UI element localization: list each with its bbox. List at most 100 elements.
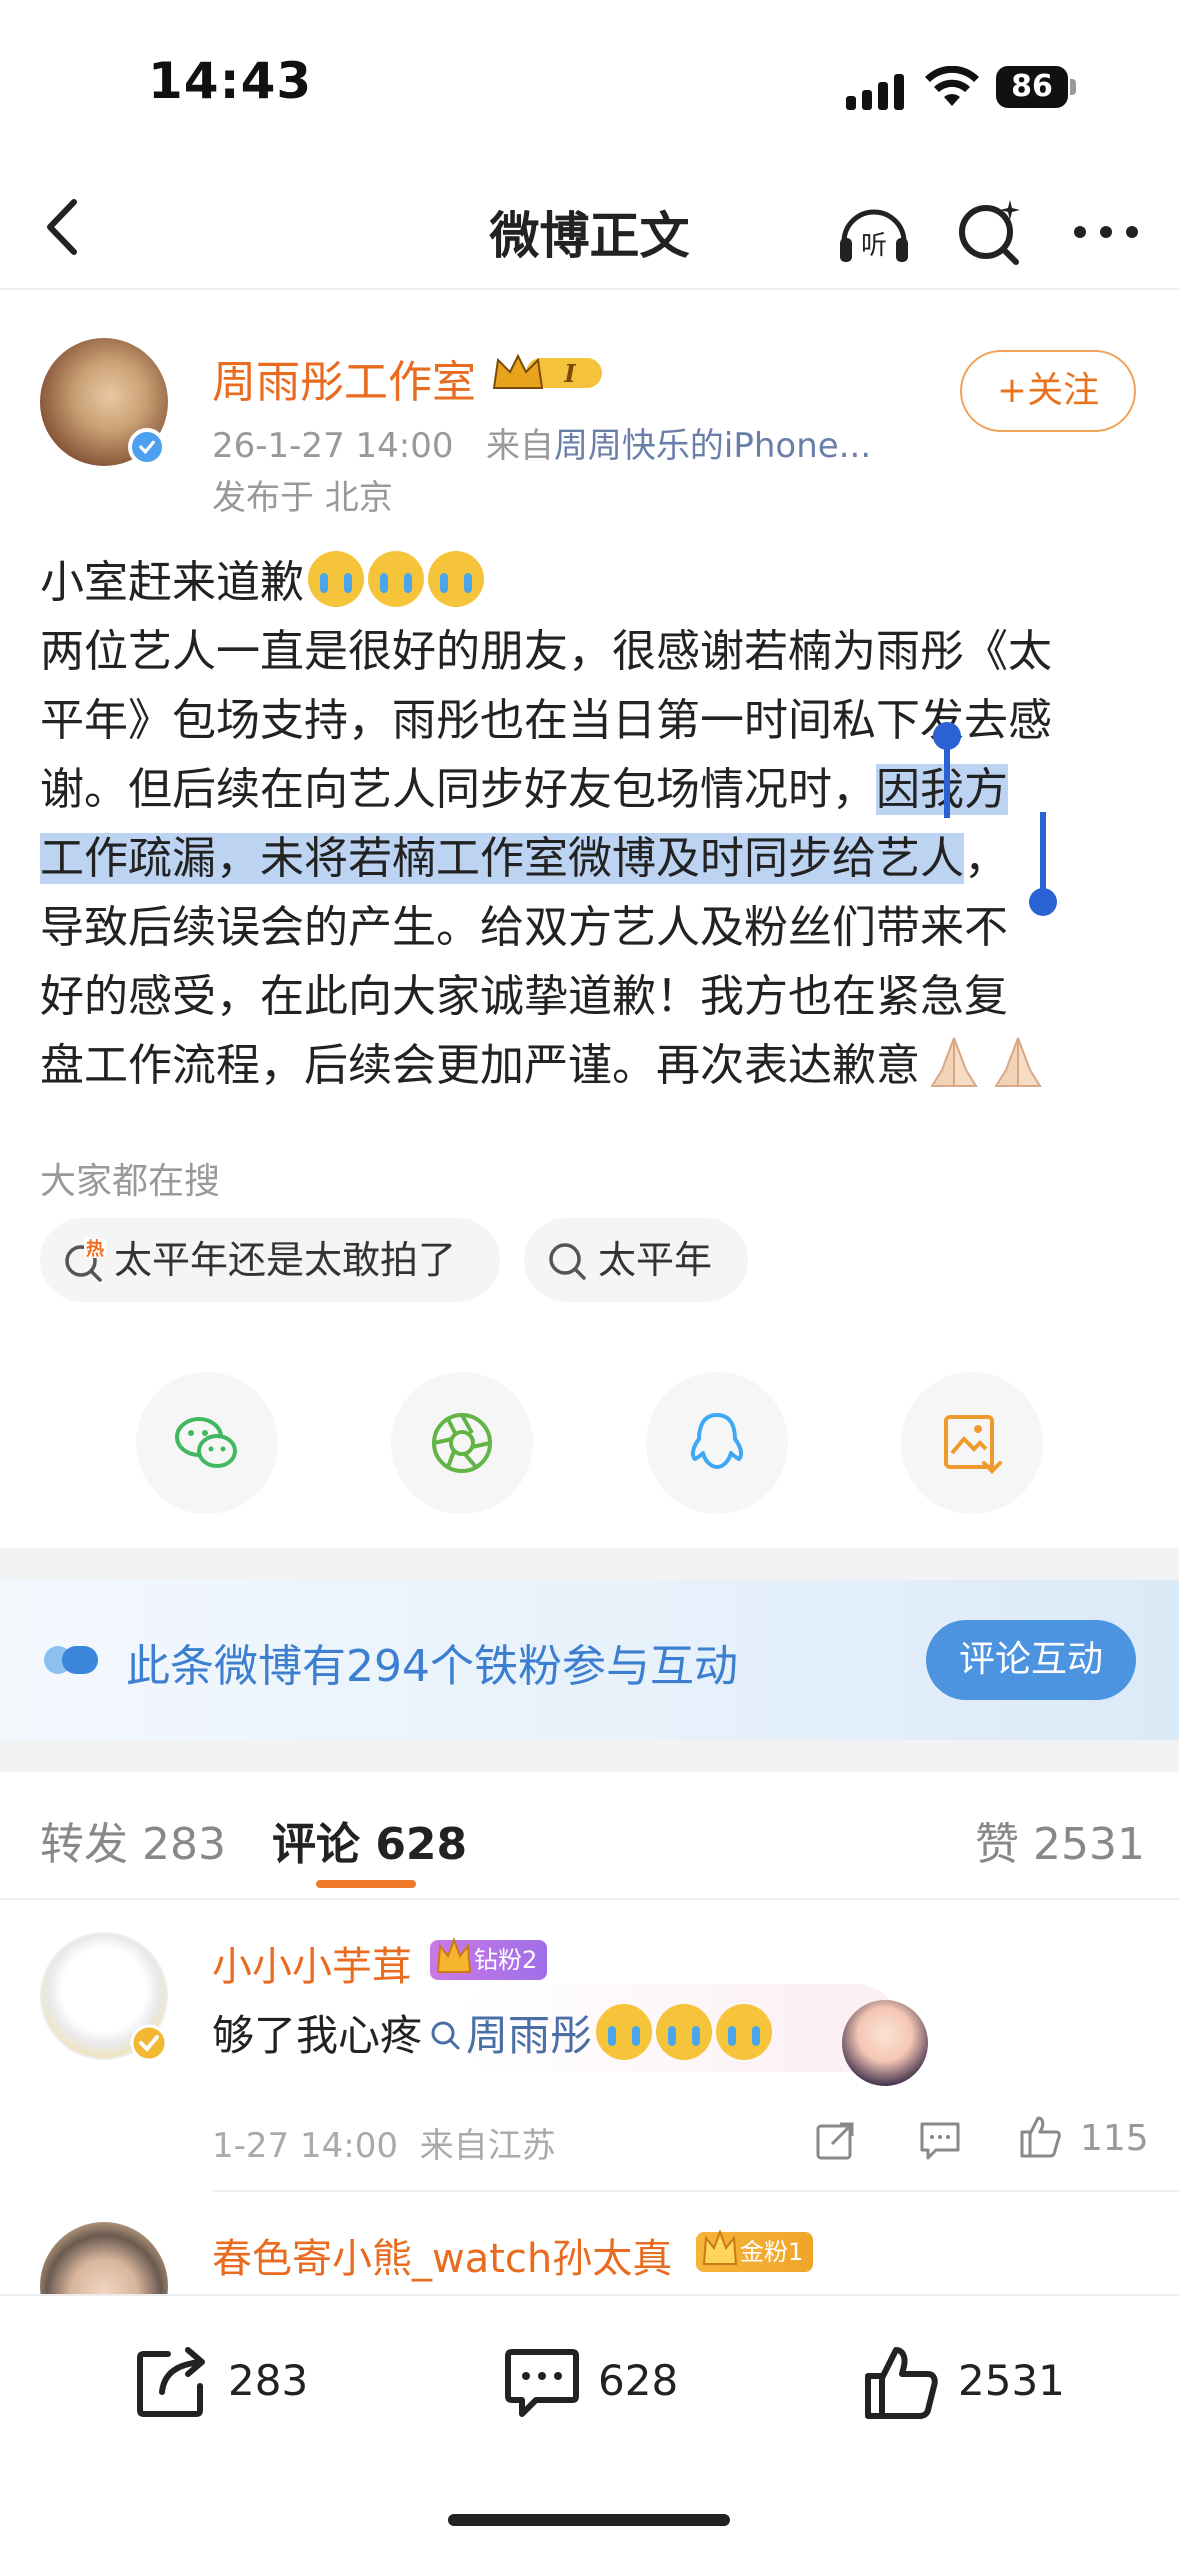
comment-text-prefix: 够了我心疼 (212, 2011, 423, 2060)
post-text-line: 两位艺人一直是很好的朋友，很感谢若楠为雨彤《太 (40, 626, 1052, 677)
fans-icon (44, 1646, 98, 1674)
comment-button[interactable]: 628 (502, 2336, 702, 2426)
selection-start-bar (944, 742, 950, 818)
status-time: 14:43 (148, 52, 313, 110)
share-comment-icon[interactable] (812, 2116, 860, 2164)
crying-emoji-icon (368, 551, 424, 607)
decoration-character-image (842, 2000, 928, 2086)
search-chip-hot[interactable]: 热 太平年还是太敢拍了 (40, 1218, 500, 1302)
comment-count: 628 (598, 2356, 679, 2405)
vip-badge-icon (130, 2024, 168, 2062)
selected-text: 因我方 (876, 764, 1008, 815)
qq-penguin-icon (690, 1413, 744, 1469)
repost-count: 283 (228, 2356, 309, 2405)
nav-bar: 微博正文 听 (0, 170, 1179, 290)
comment-time: 1-27 14:00 (212, 2126, 398, 2166)
tab-comment[interactable]: 评论 628 (272, 1808, 467, 1872)
share-moments-button[interactable] (391, 1372, 533, 1514)
reply-comment-icon[interactable] (916, 2116, 964, 2164)
search-chip-label: 太平年 (598, 1238, 713, 1282)
more-icon[interactable] (1064, 190, 1148, 274)
selected-text: 工作疏漏，未将若楠工作室微博及时同步给艺人 (40, 833, 964, 884)
follow-button[interactable]: +关注 (960, 350, 1136, 432)
comment-interact-button[interactable]: 评论互动 (926, 1620, 1136, 1700)
like-button[interactable]: 2531 (862, 2336, 1082, 2426)
crown-icon (702, 2229, 738, 2265)
fan-badge: 钻粉2 (430, 1937, 548, 1980)
topic-search-icon (431, 2021, 460, 2050)
status-bar: 14:43 86 (0, 0, 1179, 170)
fan-badge-label: 金粉1 (740, 2238, 804, 2266)
bottom-action-bar: 283 628 2531 (0, 2294, 1179, 2556)
search-header: 大家都在搜 (40, 1161, 221, 1202)
post-meta: 26-1-27 14:00 来自周周快乐的iPhone... (212, 418, 871, 467)
comment-author[interactable]: 小小小芋茸 (212, 1934, 412, 1992)
vip-crown-badge: I (492, 353, 602, 389)
svg-text:热: 热 (86, 1238, 104, 1260)
post-text-line: 盘工作流程，后续会更加严谨。再次表达歉意 (40, 1040, 920, 1091)
svg-text:I: I (563, 359, 576, 388)
divider (0, 1898, 1179, 1900)
wifi-icon (925, 66, 979, 106)
author-name[interactable]: 周雨彤工作室 (212, 346, 476, 410)
moments-aperture-icon (432, 1413, 492, 1473)
like-count: 2531 (958, 2356, 1065, 2405)
fans-banner[interactable]: 此条微博有294个铁粉参与互动 评论互动 (0, 1580, 1179, 1740)
post-body[interactable]: 小室赶来道歉 两位艺人一直是很好的朋友，很感谢若楠为雨彤《太 平年》包场支持，雨… (40, 548, 1140, 1100)
comment-like-count: 115 (1080, 2118, 1149, 2159)
save-image-button[interactable] (901, 1372, 1043, 1514)
crying-emoji-icon (308, 551, 364, 607)
comment-meta: 1-27 14:00 来自江苏 (212, 2118, 556, 2167)
share-qq-button[interactable] (646, 1372, 788, 1514)
comment-icon (505, 2349, 579, 2417)
comment-author[interactable]: 春色寄小熊_watch孙太真 (212, 2226, 672, 2284)
search-icon (549, 1243, 586, 1280)
hot-search-icon: 热 (65, 1238, 106, 1282)
home-indicator (448, 2514, 730, 2526)
battery-icon: 86 (996, 66, 1076, 108)
search-chip[interactable]: 太平年 (524, 1218, 748, 1302)
listen-icon[interactable]: 听 (832, 190, 916, 274)
share-wechat-button[interactable] (136, 1372, 278, 1514)
crying-emoji-icon (428, 551, 484, 607)
divider (212, 2190, 1179, 2192)
fan-badge-label: 钻粉2 (474, 1946, 538, 1974)
verified-badge-icon (128, 428, 166, 466)
section-gap (0, 1740, 1179, 1772)
post-text-line: 小室赶来道歉 (40, 557, 304, 608)
active-tab-indicator (316, 1880, 416, 1888)
post-location: 发布于 北京 (212, 478, 393, 518)
praying-hands-icon (930, 1037, 978, 1087)
post-text-line: 导致后续误会的产生。给双方艺人及粉丝们带来不 (40, 902, 1008, 953)
comment-text[interactable]: 够了我心疼 周雨彤 (212, 2002, 773, 2063)
tab-repost[interactable]: 转发 283 (40, 1808, 226, 1872)
post-source[interactable]: 周周快乐的iPhone... (554, 426, 871, 466)
listen-label: 听 (861, 231, 887, 261)
crying-emoji-icon (656, 2004, 713, 2060)
like-comment-icon[interactable] (1016, 2112, 1064, 2160)
post-source-prefix: 来自 (485, 426, 554, 466)
repost-button[interactable]: 283 (132, 2336, 332, 2426)
post-text-line: 好的感受，在此向大家诚挚道歉！我方也在紧急复 (40, 971, 1008, 1022)
fan-badge: 金粉1 (696, 2229, 814, 2272)
comment-topic-link[interactable]: 周雨彤 (466, 2011, 592, 2060)
wechat-icon (175, 1417, 237, 1468)
comment-location: 来自江苏 (419, 2126, 556, 2166)
crown-icon (436, 1937, 472, 1973)
praying-hands-icon (994, 1037, 1042, 1087)
repost-icon (137, 2347, 205, 2417)
crying-emoji-icon (596, 2004, 653, 2060)
search-icon[interactable] (948, 190, 1032, 274)
like-thumb-icon (865, 2347, 938, 2419)
tab-like[interactable]: 赞 2531 (975, 1808, 1145, 1872)
cellular-signal-icon (846, 72, 906, 110)
crying-emoji-icon (716, 2004, 773, 2060)
save-image-icon (944, 1415, 1002, 1474)
fans-banner-text: 此条微博有294个铁粉参与互动 (126, 1641, 738, 1692)
search-chip-label: 太平年还是太敢拍了 (114, 1238, 457, 1282)
selection-end-handle[interactable] (1029, 888, 1057, 916)
post-text-line: ， (964, 833, 1008, 884)
selection-end-bar (1040, 812, 1046, 898)
post-date: 26-1-27 14:00 (212, 426, 454, 466)
post-text-line: 平年》包场支持，雨彤也在当日第一时间私下发去感 (40, 695, 1052, 746)
